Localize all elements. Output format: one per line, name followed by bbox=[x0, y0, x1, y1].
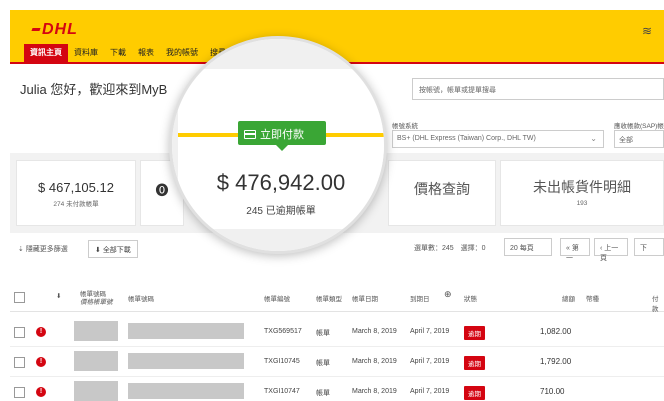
status-badge: 逾期 bbox=[464, 326, 485, 340]
nav-reports[interactable]: 報表 bbox=[132, 44, 160, 62]
unbilled-shipments-card[interactable]: 未出帳貨件明細 193 bbox=[500, 160, 664, 226]
search-input[interactable]: 按帳號，帳單或提單搜尋 bbox=[412, 78, 664, 100]
dhl-logo[interactable]: DHL bbox=[31, 21, 78, 39]
filter-icon: ⇣ bbox=[18, 246, 26, 253]
amount: 710.00 bbox=[540, 387, 565, 396]
table-row[interactable]: ! TXG569517 帳單 March 8, 2019 April 7, 20… bbox=[10, 317, 664, 347]
credit-card-icon bbox=[244, 130, 256, 139]
pay-button-pointer bbox=[276, 145, 288, 151]
select-all-checkbox[interactable] bbox=[14, 292, 25, 303]
due-date: April 7, 2019 bbox=[410, 388, 450, 395]
invoice-id[interactable]: TXGI10745 bbox=[264, 358, 300, 365]
col-total[interactable]: 總額 bbox=[562, 293, 575, 303]
table-header: ⬇ 帳單號碼 價格帳單號 帳單號碼 帳單編號 帳單類型 帳單日期 到期日 ⊕ 狀… bbox=[10, 282, 664, 313]
col-currency[interactable]: 幣種 bbox=[586, 293, 599, 303]
col-status[interactable]: 狀態 bbox=[464, 293, 477, 303]
overdue-amount: $ 476,942.00 bbox=[216, 170, 346, 195]
invoice-id[interactable]: TXG569517 bbox=[264, 328, 302, 335]
col-type[interactable]: 帳單類型 bbox=[316, 293, 342, 303]
col-date[interactable]: 帳單日期 bbox=[352, 293, 378, 303]
due-date: April 7, 2019 bbox=[410, 358, 450, 365]
col-price-invoice[interactable]: 價格帳單號 bbox=[80, 296, 113, 306]
next-page-button[interactable]: 下 bbox=[634, 238, 664, 256]
toggle-filters[interactable]: ⇣ 隱藏更多篩選 bbox=[18, 244, 68, 254]
billing-select[interactable]: 全部 bbox=[614, 130, 664, 148]
total-amount: $ 467,105.12 bbox=[38, 180, 114, 195]
redacted-block bbox=[74, 381, 118, 401]
selection-count: 選單數：245 選擇：0 bbox=[414, 245, 486, 252]
download-icon: ⬇ bbox=[95, 247, 103, 254]
row-checkbox[interactable] bbox=[14, 357, 25, 368]
alert-icon: ! bbox=[36, 387, 46, 397]
invoice-date: March 8, 2019 bbox=[352, 358, 397, 365]
row-checkbox[interactable] bbox=[14, 387, 25, 398]
total-unpaid-count: 274 未付款帳單 bbox=[53, 201, 99, 208]
account-system-label: 帳號系統 bbox=[392, 123, 418, 130]
status-badge: 逾期 bbox=[464, 386, 485, 400]
nav-library[interactable]: 資料庫 bbox=[68, 44, 104, 62]
col-invoice-code[interactable]: 帳單號碼 bbox=[128, 293, 154, 303]
chevron-down-icon: ⌄ bbox=[590, 134, 597, 143]
magnifier-callout: 立即付款 $ 476,942.00 245 已逾期帳單 bbox=[169, 36, 387, 254]
overdue-invoice-count: 245 已逾期帳單 bbox=[246, 206, 316, 217]
per-page-select[interactable]: 20 每頁 bbox=[504, 238, 552, 256]
nav-download[interactable]: 下載 bbox=[104, 44, 132, 62]
redacted-block bbox=[74, 351, 118, 371]
unbilled-count: 193 bbox=[576, 200, 588, 207]
invoice-type: 帳單 bbox=[316, 330, 330, 337]
billing-label: 應收帳款(SAP)帳 bbox=[614, 123, 664, 130]
redacted-block bbox=[74, 321, 118, 341]
row-checkbox[interactable] bbox=[14, 327, 25, 338]
redacted-block bbox=[128, 323, 244, 339]
redacted-block bbox=[128, 383, 244, 399]
overdue-card[interactable]: 立即付款 $ 476,942.00 245 已逾期帳單 bbox=[178, 69, 384, 229]
alert-icon: ! bbox=[36, 357, 46, 367]
table-row[interactable]: ! TXGI10745 帳單 March 8, 2019 April 7, 20… bbox=[10, 347, 664, 377]
invoice-id[interactable]: TXGI10747 bbox=[264, 388, 300, 395]
sort-icon[interactable]: ⊕ bbox=[444, 289, 452, 300]
invoice-type: 帳單 bbox=[316, 390, 330, 397]
due-date: April 7, 2019 bbox=[410, 328, 450, 335]
greeting-text: Julia 您好，歡迎來到MyB bbox=[20, 82, 168, 97]
col-due-date[interactable]: 到期日 bbox=[410, 293, 430, 303]
prev-page-button[interactable]: ‹ 上一頁 bbox=[594, 238, 628, 262]
invoice-type: 帳單 bbox=[316, 360, 330, 367]
unbilled-title: 未出帳貨件明細 bbox=[533, 179, 631, 195]
menu-icon[interactable]: ≋ bbox=[642, 24, 652, 38]
price-query-card[interactable]: 價格查詢 bbox=[388, 160, 496, 226]
total-due-card[interactable]: $ 467,105.12 274 未付款帳單 bbox=[16, 160, 136, 226]
col-invoice-id[interactable]: 帳單編號 bbox=[264, 293, 290, 303]
invoice-date: March 8, 2019 bbox=[352, 388, 397, 395]
first-page-button[interactable]: « 第一 bbox=[560, 238, 590, 262]
redacted-block bbox=[128, 353, 244, 369]
status-badge: 逾期 bbox=[464, 356, 485, 370]
account-system-select[interactable]: BS+ (DHL Express (Taiwan) Corp., DHL TW)… bbox=[392, 130, 604, 148]
table-row[interactable]: ! TXGI10747 帳單 March 8, 2019 April 7, 20… bbox=[10, 377, 664, 401]
alert-icon: ! bbox=[36, 327, 46, 337]
nav-dashboard[interactable]: 資訊主頁 bbox=[24, 44, 68, 62]
download-all-button[interactable]: ⬇ 全部下載 bbox=[88, 240, 138, 258]
amount: 1,792.00 bbox=[540, 357, 572, 366]
price-query-title: 價格查詢 bbox=[414, 181, 470, 197]
amount: 1,082.00 bbox=[540, 327, 572, 336]
col-payment[interactable]: 付款 bbox=[652, 293, 664, 313]
download-icon[interactable]: ⬇ bbox=[56, 292, 61, 300]
pay-now-button[interactable]: 立即付款 bbox=[238, 121, 326, 145]
invoice-date: March 8, 2019 bbox=[352, 328, 397, 335]
